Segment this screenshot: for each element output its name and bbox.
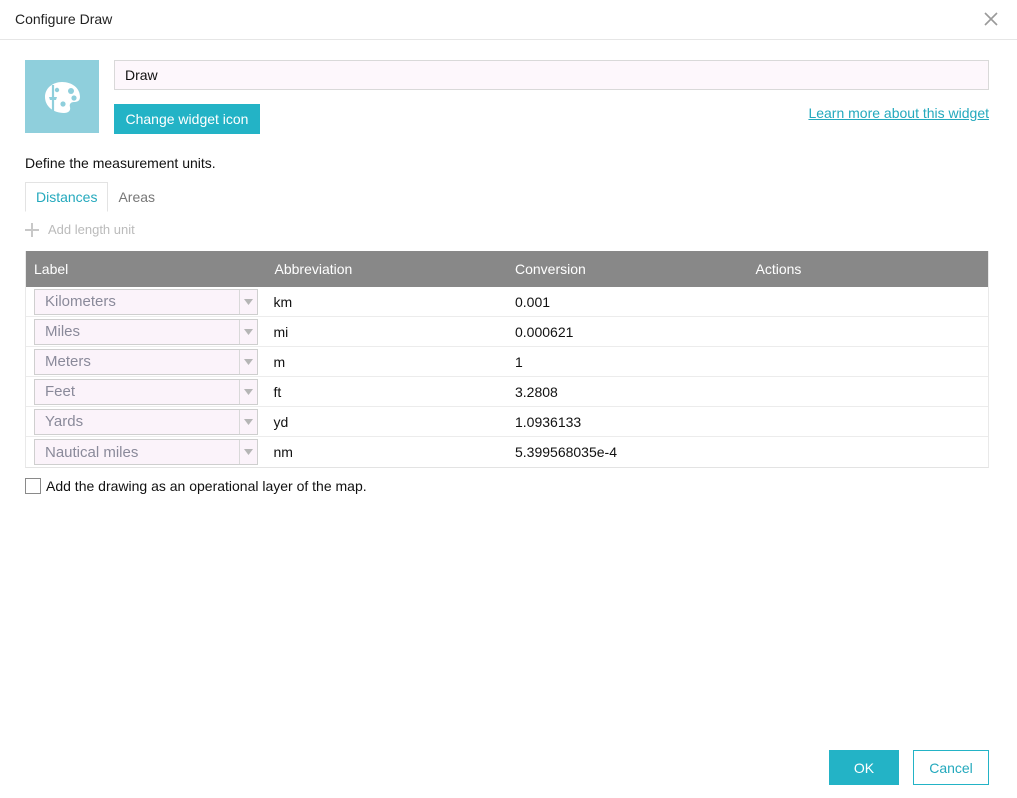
dropdown-arrow-icon bbox=[239, 409, 257, 434]
unit-actions bbox=[748, 377, 989, 407]
unit-label-select[interactable]: Kilometers bbox=[34, 288, 258, 315]
unit-label-select[interactable]: Feet bbox=[34, 378, 258, 405]
table-header: Label Abbreviation Conversion Actions bbox=[26, 251, 988, 287]
add-length-unit-label: Add length unit bbox=[48, 222, 135, 237]
unit-actions bbox=[748, 287, 989, 317]
unit-label-value: Nautical miles bbox=[45, 443, 139, 461]
unit-actions bbox=[748, 407, 989, 437]
operational-layer-option: Add the drawing as an operational layer … bbox=[25, 478, 367, 494]
unit-abbreviation[interactable]: m bbox=[267, 347, 508, 377]
add-length-unit-button[interactable]: Add length unit bbox=[25, 222, 135, 237]
column-header-conversion: Conversion bbox=[515, 261, 586, 277]
dropdown-arrow-icon bbox=[239, 289, 257, 314]
unit-conversion[interactable]: 1 bbox=[507, 347, 748, 377]
configure-dialog: Configure Draw Change widget icon Learn … bbox=[0, 0, 1017, 798]
table-row: Kilometers km 0.001 bbox=[26, 287, 988, 317]
unit-conversion[interactable]: 1.0936133 bbox=[507, 407, 748, 437]
table-row: Meters m 1 bbox=[26, 347, 988, 377]
table-row: Yards yd 1.0936133 bbox=[26, 407, 988, 437]
unit-label-value: Feet bbox=[45, 383, 76, 400]
table-row: Miles mi 0.000621 bbox=[26, 317, 988, 347]
unit-label-value: Kilometers bbox=[45, 293, 116, 310]
dropdown-arrow-icon bbox=[239, 379, 257, 404]
unit-abbreviation[interactable]: km bbox=[267, 287, 508, 317]
widget-icon-preview bbox=[25, 60, 99, 133]
unit-actions bbox=[748, 317, 989, 347]
unit-actions bbox=[748, 347, 989, 377]
close-button[interactable] bbox=[981, 9, 1001, 29]
column-header-label: Label bbox=[34, 261, 69, 277]
unit-tabs: Distances Areas bbox=[25, 182, 165, 212]
dialog-titlebar: Configure Draw bbox=[0, 0, 1017, 40]
close-icon bbox=[984, 12, 998, 26]
table-row: Nautical miles nm 5.399568035e-4 bbox=[26, 437, 988, 467]
column-header-actions: Actions bbox=[755, 261, 802, 277]
unit-label-value: Yards bbox=[45, 413, 84, 430]
column-header-abbreviation: Abbreviation bbox=[274, 261, 353, 277]
change-widget-icon-button[interactable]: Change widget icon bbox=[114, 104, 260, 134]
unit-conversion[interactable]: 5.399568035e-4 bbox=[507, 437, 748, 467]
units-table: Label Abbreviation Conversion Actions Ki… bbox=[25, 251, 989, 468]
unit-actions bbox=[748, 437, 989, 467]
unit-abbreviation[interactable]: ft bbox=[267, 377, 508, 407]
table-row: Feet ft 3.2808 bbox=[26, 377, 988, 407]
palette-icon bbox=[45, 81, 80, 113]
dialog-title: Configure Draw bbox=[15, 11, 113, 27]
unit-label-select[interactable]: Miles bbox=[34, 318, 258, 345]
dropdown-arrow-icon bbox=[239, 440, 257, 464]
dropdown-arrow-icon bbox=[239, 349, 257, 374]
plus-icon bbox=[25, 222, 39, 237]
unit-abbreviation[interactable]: mi bbox=[267, 317, 508, 347]
unit-label-select[interactable]: Yards bbox=[34, 408, 258, 435]
operational-layer-checkbox[interactable] bbox=[25, 478, 41, 494]
ok-button[interactable]: OK bbox=[829, 750, 899, 785]
unit-label-value: Miles bbox=[45, 323, 81, 340]
unit-abbreviation[interactable]: nm bbox=[267, 437, 508, 467]
unit-conversion[interactable]: 0.001 bbox=[507, 287, 748, 317]
unit-conversion[interactable]: 0.000621 bbox=[507, 317, 748, 347]
learn-more-link[interactable]: Learn more about this widget bbox=[808, 105, 989, 121]
widget-name-input[interactable] bbox=[114, 60, 989, 90]
unit-label-select[interactable]: Meters bbox=[34, 348, 258, 375]
unit-conversion[interactable]: 3.2808 bbox=[507, 377, 748, 407]
dropdown-arrow-icon bbox=[239, 319, 257, 344]
operational-layer-label: Add the drawing as an operational layer … bbox=[46, 478, 367, 494]
tab-areas[interactable]: Areas bbox=[108, 182, 165, 212]
unit-label-select[interactable]: Nautical miles bbox=[34, 439, 258, 465]
unit-label-value: Meters bbox=[45, 353, 91, 370]
cancel-button[interactable]: Cancel bbox=[913, 750, 989, 785]
unit-abbreviation[interactable]: yd bbox=[267, 407, 508, 437]
units-instructions: Define the measurement units. bbox=[25, 155, 216, 171]
tab-distances[interactable]: Distances bbox=[25, 182, 109, 212]
